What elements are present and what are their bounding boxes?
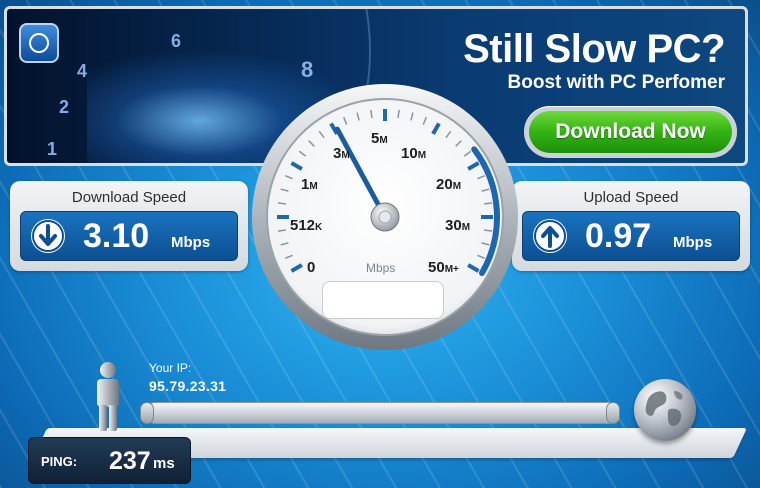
gauge-minor-tick	[277, 229, 286, 232]
tube-end-left	[140, 402, 154, 424]
download-speed-value: 3.10	[83, 217, 150, 255]
gauge-label-0: 0	[307, 259, 316, 276]
download-speed-unit: Mbps	[171, 234, 211, 251]
arrow-down-icon	[31, 219, 65, 253]
ip-address-value: 95.79.23.31	[149, 378, 227, 394]
upload-speed-title: Upload Speed	[583, 189, 679, 206]
gauge-unit-label: Mbps	[366, 261, 396, 275]
speedtest-stage: 4 2 1 6 8 Still Slow PC? Boost with PC P…	[0, 0, 760, 488]
speedometer-icon	[19, 23, 59, 63]
gauge-minor-tick	[484, 229, 493, 232]
ping-panel: PING: 237 ms	[28, 437, 191, 484]
person-icon	[97, 362, 119, 431]
gauge-hub-cap	[378, 210, 392, 224]
gauge-minor-tick	[484, 202, 493, 205]
gauge-label-1m: 1M	[301, 176, 318, 193]
banner-subtitle: Boost with PC Perfomer	[507, 72, 725, 93]
gauge-label-5m: 5M	[371, 130, 388, 147]
banner-dial-number: 4	[77, 61, 88, 81]
ping-label: PING:	[41, 454, 78, 469]
gauge-minor-tick	[397, 109, 400, 118]
ping-unit: ms	[153, 455, 175, 472]
gauge-label-20m: 20M	[436, 176, 462, 193]
upload-speed-box: 0.97 Mbps	[522, 211, 740, 261]
download-speed-box: 3.10 Mbps	[20, 211, 238, 261]
gauge-minor-tick	[370, 109, 373, 118]
banner-dial-number: 1	[47, 139, 58, 159]
arrow-up-icon	[533, 219, 567, 253]
download-speed-panel: Download Speed 3.10 Mbps	[10, 181, 248, 271]
gauge-minor-tick	[277, 202, 286, 205]
gauge-label-10m: 10M	[401, 145, 427, 162]
gauge-label-512k: 512K	[290, 217, 323, 234]
download-speed-title: Download Speed	[71, 189, 187, 206]
banner-dial-number: 6	[171, 31, 182, 51]
download-now-button[interactable]: Download Now	[524, 106, 737, 158]
your-ip-label: Your IP:	[149, 361, 192, 375]
banner-dial-number: 2	[59, 97, 70, 117]
gauge-label-30m: 30M	[445, 217, 471, 234]
gauge-label-50m: 50M+	[428, 259, 459, 276]
download-now-label[interactable]: Download Now	[529, 111, 732, 153]
upload-speed-panel: Upload Speed 0.97 Mbps	[512, 181, 750, 271]
globe-icon	[634, 379, 696, 441]
banner-title: Still Slow PC?	[463, 27, 725, 71]
gauge-label-3m: 3M	[333, 145, 350, 162]
upload-speed-unit: Mbps	[673, 234, 713, 251]
tube-end-right	[606, 402, 620, 424]
banner-dial-number: 8	[301, 57, 314, 82]
ping-value: 237	[109, 447, 151, 475]
connection-tube	[144, 402, 620, 424]
upload-speed-value: 0.97	[585, 217, 652, 255]
gauge-readout-display	[322, 281, 444, 319]
